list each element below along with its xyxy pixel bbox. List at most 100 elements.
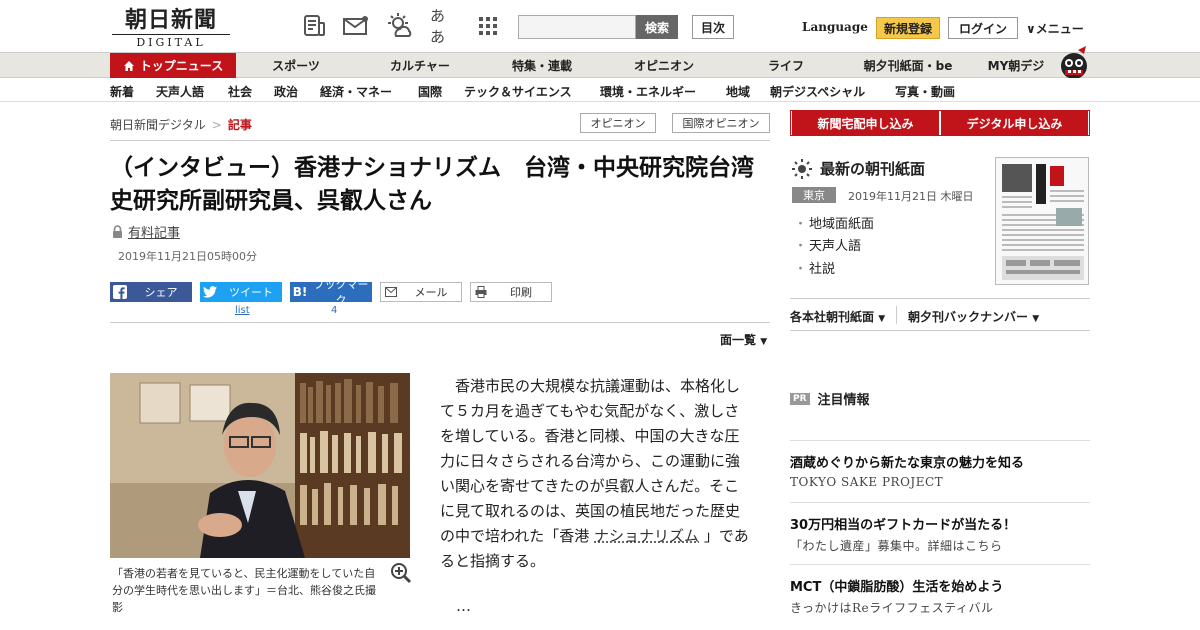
subscribe-digital-button[interactable]: デジタル申し込み <box>941 111 1088 135</box>
subnav-item[interactable]: 写真・動画 <box>895 83 955 100</box>
sidebar-link-regional[interactable]: 地域面紙面 <box>794 213 874 232</box>
newspaper-thumbnail[interactable] <box>995 157 1089 285</box>
nav-life[interactable]: ライフ <box>726 53 846 78</box>
caret-down-icon: ▼ <box>760 337 768 347</box>
breadcrumb-current: 記事 <box>227 118 252 132</box>
facebook-share-label: シェア <box>144 286 178 299</box>
latest-paper-label: 最新の朝刊紙面 <box>820 160 926 178</box>
pr-item-sub[interactable]: TOKYO SAKE PROJECT <box>790 475 943 489</box>
subnav-item[interactable]: テック＆サイエンス <box>464 83 572 100</box>
sub-nav: 新着 天声人語 社会 政治 経済・マネー 国際 テック＆サイエンス 環境・エネル… <box>0 78 1200 102</box>
subnav-item[interactable]: 環境・エネルギー <box>600 83 696 100</box>
breadcrumb-home[interactable]: 朝日新聞デジタル <box>110 118 206 132</box>
nav-my-asahi[interactable]: MY朝デジ <box>976 53 1056 78</box>
nav-culture[interactable]: カルチャー <box>360 53 480 78</box>
sidebar-link-tensei-jingo[interactable]: 天声人語 <box>794 235 861 254</box>
divider <box>110 322 770 323</box>
breadcrumb: 朝日新聞デジタル > 記事 <box>110 116 252 133</box>
language-link[interactable]: Language <box>802 20 868 34</box>
font-size-icon[interactable]: ああ <box>430 7 458 46</box>
mail-share-button[interactable]: メール <box>380 282 462 302</box>
signup-button[interactable]: 新規登録 <box>876 17 940 39</box>
print-button[interactable]: 印刷 <box>470 282 552 302</box>
subnav-item[interactable]: 政治 <box>274 83 298 100</box>
weather-icon[interactable] <box>386 12 414 40</box>
search-input[interactable] <box>518 15 636 39</box>
breadcrumb-separator: > <box>211 118 222 132</box>
pr-section-label: 注目情報 <box>817 393 870 408</box>
subnav-item[interactable]: 天声人語 <box>156 83 204 100</box>
index-button[interactable]: 目次 <box>692 15 734 39</box>
back-number-dropdown[interactable]: 朝夕刊バックナンバー ▼ <box>908 308 1039 325</box>
dropdown-label: 各本社朝刊紙面 <box>790 310 875 324</box>
twitter-count[interactable]: list <box>235 305 250 316</box>
hatena-bookmark-button[interactable]: B! ブックマーク <box>290 278 372 307</box>
pr-badge: PR <box>790 392 810 405</box>
subnav-item[interactable]: 地域 <box>726 83 750 100</box>
twitter-share-button[interactable]: ツイート <box>200 282 282 302</box>
site-header: 朝日新聞 DIGITAL ああ 検索 目次 Language 新規登録 ログイン… <box>0 0 1200 52</box>
nationalism-link[interactable]: ナショナリズム <box>594 527 699 545</box>
photo-caption: 「香港の若者を見ていると、民主化運動をしていた自分の学生時代を思い出します」＝台… <box>112 567 376 614</box>
lock-icon <box>113 225 122 238</box>
article-headline: （インタビュー）香港ナショナリズム 台湾・中央研究院台湾史研究所副研究員、呉叡人… <box>110 155 754 214</box>
article-photo[interactable] <box>110 373 410 558</box>
main-nav: トップニュース スポーツ カルチャー 特集・連載 オピニオン ライフ 朝夕刊紙面… <box>0 52 1200 78</box>
zoom-icon[interactable] <box>390 562 412 584</box>
paid-article-label[interactable]: 有料記事 <box>128 222 180 241</box>
hatena-count[interactable]: 4 <box>331 305 337 316</box>
sun-icon <box>792 158 812 179</box>
dropdown-label: 朝夕刊バックナンバー <box>908 310 1029 324</box>
pr-item-title[interactable]: 30万円相当のギフトカードが当たる！ <box>790 514 1016 533</box>
mail-share-label: メール <box>414 286 448 299</box>
twitter-share-label: ツイート <box>229 286 273 299</box>
pr-section-title: PR 注目情報 <box>790 389 870 408</box>
subscribe-home-button[interactable]: 新聞宅配申し込み <box>792 111 939 135</box>
pr-item-title[interactable]: MCT（中鎖脂肪酸）生活を始めよう <box>790 576 1003 595</box>
article-ellipsis: … <box>456 597 471 615</box>
mascot-icon[interactable] <box>1056 44 1092 80</box>
home-icon <box>123 60 134 71</box>
sidebar-link-editorial[interactable]: 社説 <box>794 258 835 277</box>
article-datetime: 2019年11月21日05時00分 <box>118 250 257 263</box>
divider <box>790 298 1090 299</box>
menu-button[interactable]: ∨メニュー <box>1026 20 1084 37</box>
site-logo[interactable]: 朝日新聞 DIGITAL <box>112 8 230 49</box>
login-button[interactable]: ログイン <box>948 17 1018 39</box>
divider <box>896 306 897 324</box>
pr-item-sub[interactable]: 「わたし遺産」募集中。詳細はこちら <box>790 537 1003 554</box>
grid-menu-icon[interactable] <box>474 12 502 40</box>
nav-features[interactable]: 特集・連載 <box>482 53 602 78</box>
tag-opinion[interactable]: オピニオン <box>580 113 656 133</box>
page-list-dropdown[interactable]: 面一覧 ▼ <box>720 331 767 348</box>
divider <box>790 440 1090 441</box>
divider <box>790 564 1090 565</box>
subnav-item[interactable]: 新着 <box>110 83 134 100</box>
tag-intl-opinion[interactable]: 国際オピニオン <box>672 113 770 133</box>
nav-paper[interactable]: 朝夕刊紙面・be <box>846 53 970 78</box>
latest-paper-title[interactable]: 最新の朝刊紙面 <box>792 158 925 179</box>
body-text: 香港市民の大規模な抗議運動は、本格化して５カ月を過ぎてもやむ気配がなく、激しさを… <box>440 377 741 545</box>
subnav-item[interactable]: 朝デジスペシャル <box>770 83 865 100</box>
pr-item-title[interactable]: 酒蔵めぐりから新たな東京の魅力を知る <box>790 452 1024 471</box>
news-icon[interactable] <box>300 12 328 40</box>
regional-morning-dropdown[interactable]: 各本社朝刊紙面 ▼ <box>790 308 885 325</box>
nav-sports[interactable]: スポーツ <box>236 53 356 78</box>
nav-top-news[interactable]: トップニュース <box>110 53 236 78</box>
pr-item-sub[interactable]: きっかけはReライフフェスティバル <box>790 599 993 616</box>
paid-article-badge: 有料記事 <box>112 222 180 241</box>
caret-down-icon: ▼ <box>1032 314 1040 324</box>
hatena-bookmark-label: ブックマーク <box>313 278 369 307</box>
subnav-item[interactable]: 国際 <box>418 83 442 100</box>
subnav-item[interactable]: 経済・マネー <box>320 83 392 100</box>
region-badge: 東京 <box>792 187 836 203</box>
search-button[interactable]: 検索 <box>636 15 678 39</box>
facebook-icon <box>110 282 130 302</box>
nav-opinion[interactable]: オピニオン <box>604 53 724 78</box>
caret-down-icon: ▼ <box>878 314 886 324</box>
subnav-item[interactable]: 社会 <box>228 83 252 100</box>
facebook-share-button[interactable]: シェア <box>110 282 192 302</box>
print-label: 印刷 <box>510 286 532 299</box>
divider <box>110 140 770 141</box>
mail-icon[interactable] <box>342 12 370 40</box>
